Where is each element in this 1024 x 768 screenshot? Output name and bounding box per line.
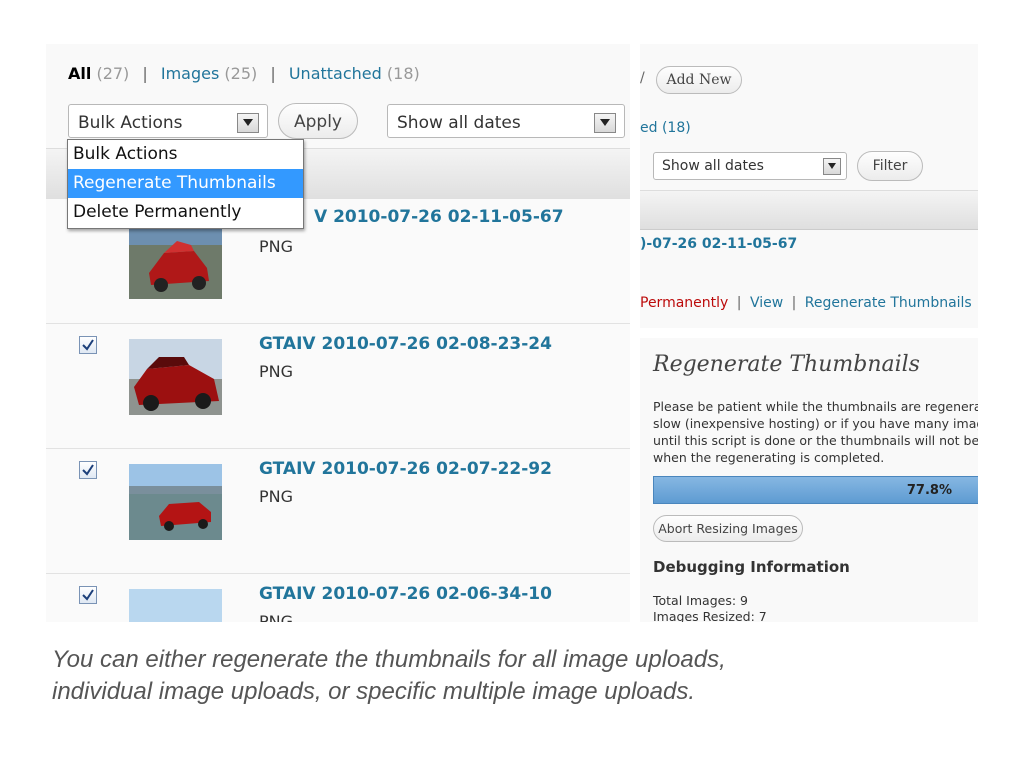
unattached-filter-fragment[interactable]: ed (18) [640,120,691,136]
dropdown-arrow-icon [237,113,259,133]
filter-all-count: (27) [96,64,130,83]
dates-filter-value: Show all dates [662,158,764,174]
view-link[interactable]: View [750,295,783,311]
media-library-panel: All (27) | Images (25) | Unattached (18)… [46,44,630,622]
bulk-actions-value: Bulk Actions [78,113,183,133]
dates-filter-value: Show all dates [397,113,521,133]
info-text-line: slow (inexpensive hosting) or if you hav… [653,416,978,431]
info-text-line: Please be patient while the thumbnails a… [653,399,978,414]
menu-item-regenerate-thumbnails[interactable]: Regenerate Thumbnails [68,169,303,198]
debug-heading: Debugging Information [653,558,850,576]
file-type: PNG [259,487,294,506]
table-header [640,190,978,230]
filter-unattached-link[interactable]: Unattached [289,64,382,83]
filter-images-link[interactable]: Images [161,64,219,83]
filter-images-count: (25) [224,64,258,83]
media-title-link[interactable]: GTAIV 2010-07-26 02-06-34-10 [259,584,552,604]
caption-line: You can either regenerate the thumbnails… [52,646,726,673]
table-row: GTAIV 2010-07-26 02-07-22-92 PNG [46,449,630,574]
thumbnail-image[interactable] [129,339,222,415]
action-separator: | [791,295,797,311]
filter-unattached-count: (18) [386,64,420,83]
file-type: PNG [259,612,294,622]
bulk-actions-select[interactable]: Bulk Actions [68,104,268,138]
filter-button[interactable]: Filter [857,151,923,181]
info-text-line: when the regenerating is completed. [653,450,885,465]
table-row: GTAIV 2010-07-26 02-08-23-24 PNG [46,324,630,449]
total-images-stat: Total Images: 9 [653,593,748,608]
dropdown-arrow-icon [594,113,616,133]
apply-button[interactable]: Apply [278,103,358,139]
file-type: PNG [259,362,294,381]
delete-permanently-link[interactable]: Permanently [640,295,728,311]
dates-filter-select[interactable]: Show all dates [387,104,625,138]
dates-filter-select[interactable]: Show all dates [653,152,847,180]
thumbnail-image[interactable] [129,589,222,622]
progress-percent: 77.8% [906,483,952,498]
slide-caption: You can either regenerate the thumbnails… [52,644,726,708]
file-type: PNG [259,237,294,256]
media-title-link[interactable]: GTAIV 2010-07-26 02-08-23-24 [259,334,552,354]
row-checkbox[interactable] [79,461,97,479]
bulk-actions-menu: Bulk Actions Regenerate Thumbnails Delet… [67,139,304,229]
thumbnail-image[interactable] [129,223,222,299]
regenerate-thumbnails-panel: Regenerate Thumbnails Please be patient … [640,338,978,622]
page-title: Regenerate Thumbnails [653,352,920,377]
media-filter-links: All (27) | Images (25) | Unattached (18) [68,64,420,83]
thumbnail-image[interactable] [129,464,222,540]
row-checkbox[interactable] [79,586,97,604]
menu-item-delete-permanently[interactable]: Delete Permanently [68,198,303,227]
cropped-text-fragment: / [640,70,645,86]
dropdown-arrow-icon [823,158,841,175]
row-actions: Permanently | View | Regenerate Thumbnai… [640,295,972,311]
row-checkbox[interactable] [79,336,97,354]
media-title-link[interactable]: GTAIV 2010-07-26 02-07-22-92 [259,459,552,479]
images-resized-stat: Images Resized: 7 [653,609,767,622]
info-text-line: until this script is done or the thumbna… [653,433,978,448]
menu-item-bulk-actions[interactable]: Bulk Actions [68,140,303,169]
media-title-link[interactable]: )-07-26 02-11-05-67 [640,236,797,252]
regenerate-thumbnails-link[interactable]: Regenerate Thumbnails [805,295,972,311]
caption-line: individual image uploads, or specific mu… [52,678,696,705]
media-library-crop-panel: / Add New ed (18) Show all dates Filter … [640,44,978,328]
filter-separator: | [270,64,276,83]
filter-separator: | [142,64,148,83]
add-new-button[interactable]: Add New [656,66,742,94]
media-title-link[interactable]: V 2010-07-26 02-11-05-67 [314,207,564,227]
progress-bar: 77.8% [653,476,978,504]
filter-all-link[interactable]: All [68,64,91,83]
table-row: GTAIV 2010-07-26 02-06-34-10 PNG [46,574,630,622]
abort-resizing-button[interactable]: Abort Resizing Images [653,515,803,542]
action-separator: | [736,295,742,311]
